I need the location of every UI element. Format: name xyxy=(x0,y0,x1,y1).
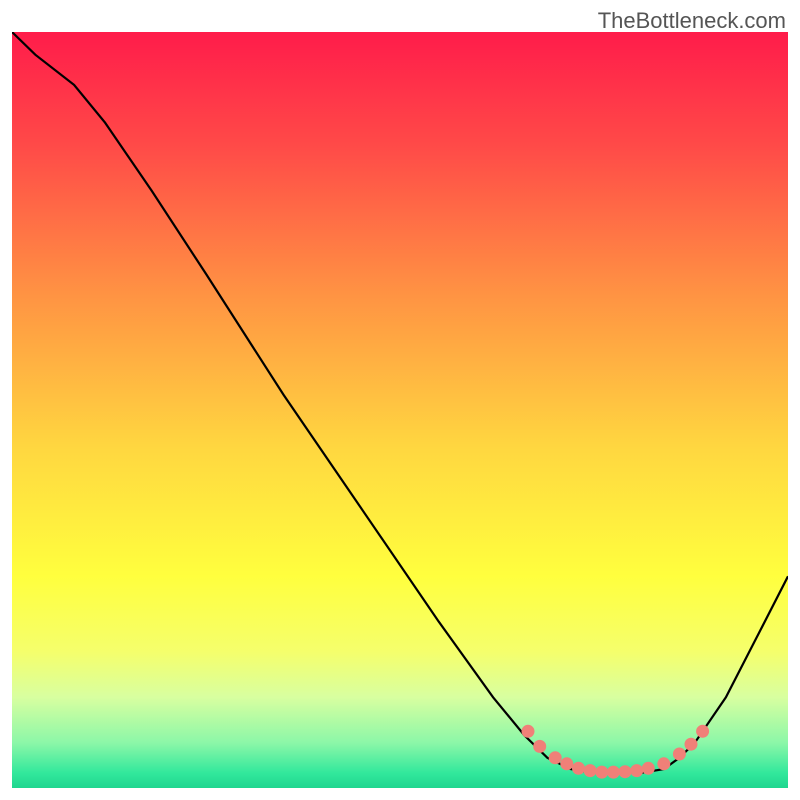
chart-container xyxy=(12,32,788,788)
gradient-background xyxy=(12,32,788,788)
attribution-text: TheBottleneck.com xyxy=(598,8,786,34)
